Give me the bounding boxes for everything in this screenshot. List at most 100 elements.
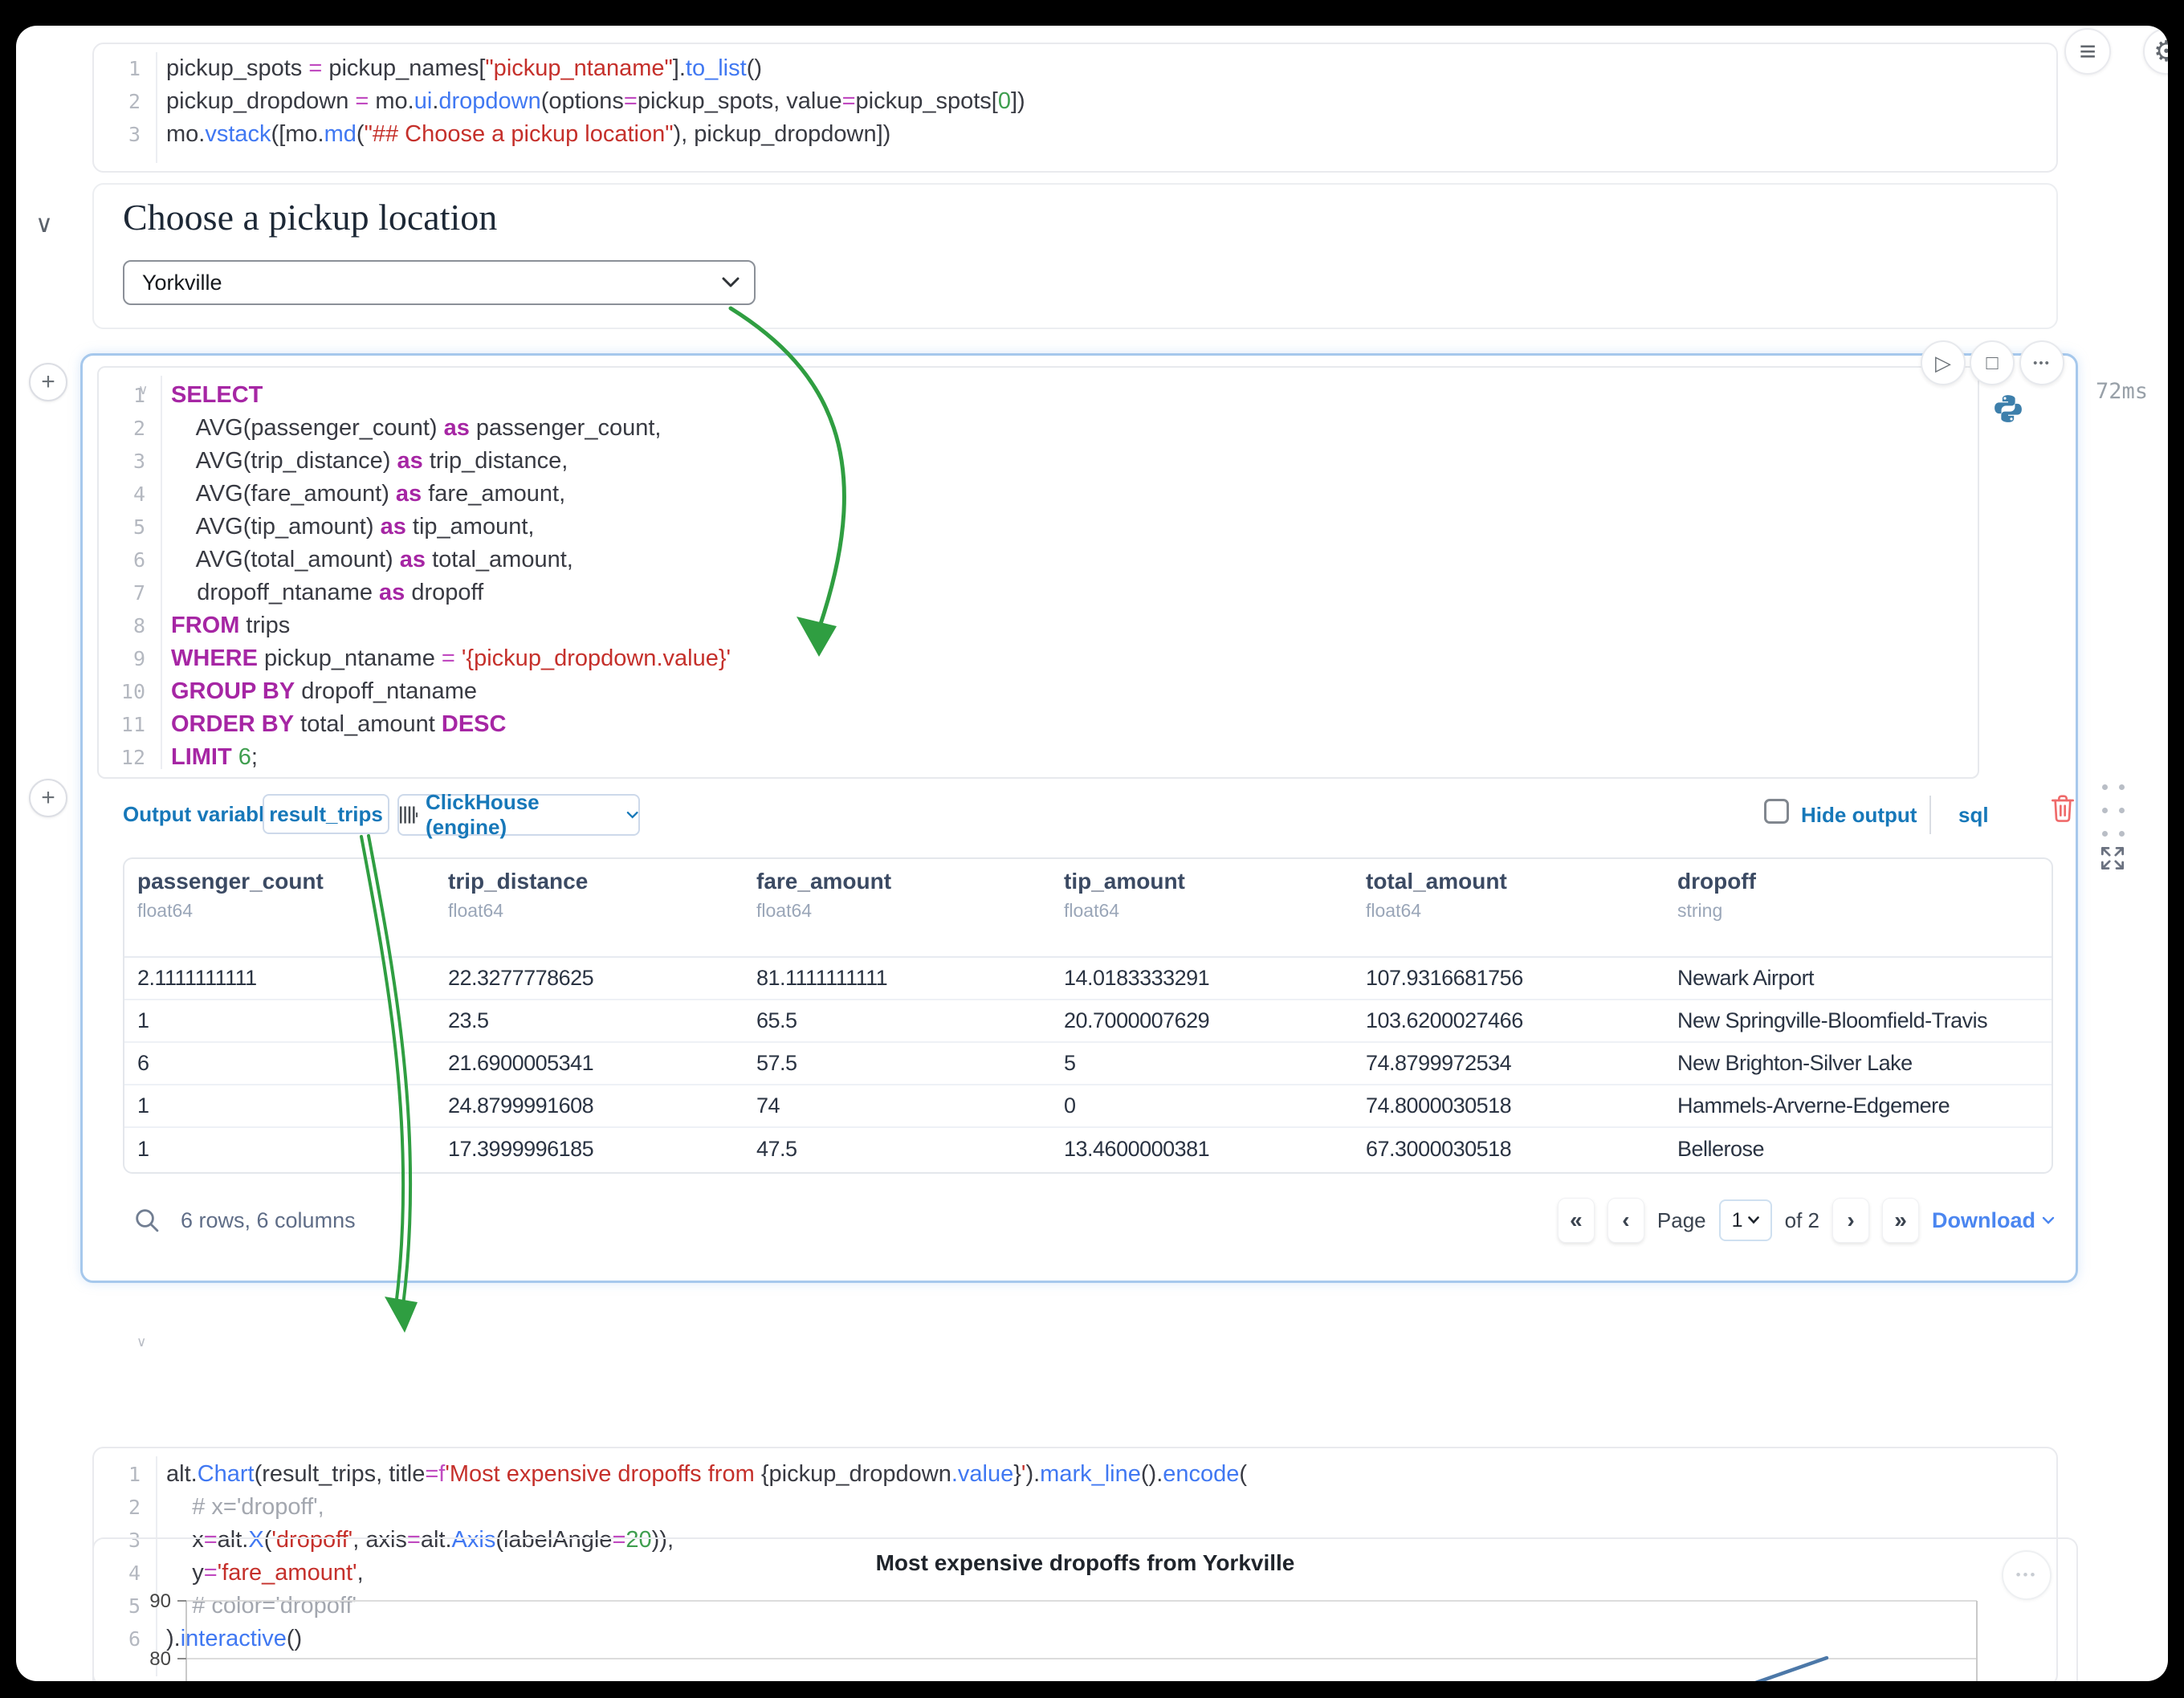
arrowhead [385,1297,418,1333]
table-cell: Hammels-Arverne-Edgemere [1664,1093,2052,1118]
table-cell: 57.5 [744,1051,1051,1076]
cell-runtime: 72ms [2096,379,2148,404]
table-cell: 74 [744,1093,1051,1118]
hide-output-checkbox[interactable] [1764,799,1789,824]
code-text: pickup_spots = pickup_names["pickup_ntan… [166,52,762,85]
fold-chevron-icon[interactable]: ∨ [136,1334,146,1350]
y-tick-80: 80 [149,1648,171,1670]
code-editor-python[interactable]: 1pickup_spots = pickup_names["pickup_nta… [94,52,2056,151]
hamburger-icon: ≡ [2079,37,2096,66]
line-chart[interactable]: 90 80 [94,1539,2078,1681]
line-number: 2 [99,412,145,445]
code-line: 1pickup_spots = pickup_names["pickup_nta… [94,52,2056,85]
first-page-button[interactable]: « [1558,1198,1595,1243]
run-cell-button[interactable]: ▷ [1921,340,1966,385]
table-cell: 24.8799991608 [435,1093,744,1118]
cell-more-options-button[interactable]: ••• [2019,340,2064,385]
expand-icon[interactable] [2097,843,2128,873]
line-number: 3 [99,445,145,478]
table-cell: 1 [124,1093,435,1118]
chevron-down-icon [2042,1216,2055,1225]
code-line: 4 AVG(fare_amount) as fare_amount, [99,478,1978,511]
table-cell: 47.5 [744,1137,1051,1162]
table-summary: 6 rows, 6 columns [181,1208,356,1233]
table-cell: 22.3277778625 [435,966,744,991]
language-badge-sql[interactable]: sql [1958,803,1989,828]
notebook-canvas: ≡ ⚙ 1pickup_spots = pickup_names["pickup… [16,26,2168,1681]
gutter-divider [161,376,162,769]
column-header-tip_amount[interactable]: tip_amountfloat64 [1051,869,1353,956]
column-header-fare_amount[interactable]: fare_amountfloat64 [744,869,1051,956]
drag-handle[interactable] [2102,784,2125,837]
code-line: 11 ORDER BY total_amount DESC [99,708,1978,741]
table-cell: 107.9316681756 [1353,966,1664,991]
table-row: 117.399999618547.513.460000038167.300003… [124,1128,2052,1171]
page-number-select[interactable]: 1 [1719,1199,1772,1241]
line-number: 10 [99,675,145,708]
line-number: 7 [99,576,145,609]
table-row: 123.565.520.7000007629103.6200027466New … [124,1000,2052,1043]
line-number: 3 [94,118,141,151]
code-text: AVG(fare_amount) as fare_amount, [171,478,565,511]
code-text: AVG(passenger_count) as passenger_count, [171,412,661,445]
column-header-passenger_count[interactable]: passenger_countfloat64 [124,869,435,956]
pickup-location-dropdown[interactable]: Yorkville [123,260,756,305]
last-page-button[interactable]: » [1882,1198,1919,1243]
cell-sql[interactable]: 1 SELECT 2 AVG(passenger_count) as passeng… [80,353,2078,1283]
chevron-down-icon [1748,1216,1759,1224]
code-line: 7 dropoff_ntaname as dropoff [99,576,1978,609]
table-cell: Bellerose [1664,1137,2052,1162]
fold-chevron-icon[interactable]: ∨ [138,382,148,398]
code-line: 1alt.Chart(result_trips, title=f'Most ex… [94,1458,2056,1491]
table-cell: 21.6900005341 [435,1051,744,1076]
line-number: 9 [99,642,145,675]
table-cell: 20.7000007629 [1051,1008,1353,1033]
ellipsis-icon: ••• [2033,356,2051,370]
delete-cell-button[interactable] [2050,794,2076,827]
collapse-chevron-icon[interactable]: ∨ [35,210,53,238]
code-text: AVG(tip_amount) as tip_amount, [171,511,534,544]
line-number: 8 [99,609,145,642]
table-cell: 14.0183333291 [1051,966,1353,991]
table-cell: New Brighton-Silver Lake [1664,1051,2052,1076]
table-cell: 2.1111111111 [124,966,435,991]
column-header-trip_distance[interactable]: trip_distancefloat64 [435,869,744,956]
menu-button[interactable]: ≡ [2064,28,2111,75]
table-cell: 23.5 [435,1008,744,1033]
code-line: 10 GROUP BY dropoff_ntaname [99,675,1978,708]
code-editor-sql[interactable]: 1SELECT2 AVG(passenger_count) as passeng… [97,366,1979,779]
code-line: 3 AVG(trip_distance) as trip_distance, [99,445,1978,478]
next-page-button[interactable]: › [1832,1198,1869,1243]
previous-page-button[interactable]: ‹ [1607,1198,1644,1243]
column-header-total_amount[interactable]: total_amountfloat64 [1353,869,1664,956]
line-number: 11 [99,708,145,741]
download-button[interactable]: Download [1932,1208,2055,1233]
code-text: SELECT [171,379,263,412]
code-text: ORDER BY total_amount DESC [171,708,506,741]
table-cell: New Springville-Bloomfield-Travis [1664,1008,2052,1033]
code-text: LIMIT 6; [171,741,258,774]
column-header-dropoff[interactable]: dropoffstring [1664,869,2052,956]
code-text: alt.Chart(result_trips, title=f'Most exp… [166,1458,1247,1491]
chart-output: Most expensive dropoffs from Yorkville •… [92,1537,2078,1681]
table-cell: 17.3999996185 [435,1137,744,1162]
search-icon[interactable] [134,1207,160,1233]
code-line: 8 FROM trips [99,609,1978,642]
add-cell-button[interactable]: + [29,363,67,401]
markdown-output: Choose a pickup location Yorkville [92,183,2058,329]
line-number: 2 [94,1491,141,1524]
code-text: GROUP BY dropoff_ntaname [171,675,477,708]
add-cell-button[interactable]: + [29,779,67,817]
stop-cell-button[interactable]: □ [1970,340,2015,385]
line-number: 12 [99,741,145,774]
code-line: 12 LIMIT 6; [99,741,1978,774]
settings-button[interactable]: ⚙ [2143,28,2168,75]
table-cell: 6 [124,1051,435,1076]
hide-output-label[interactable]: Hide output [1801,803,1917,828]
cell-python-setup[interactable]: 1pickup_spots = pickup_names["pickup_nta… [92,43,2058,173]
engine-selector[interactable]: ClickHouse (engine) [397,794,640,836]
divider [1929,796,1931,834]
output-variable-field[interactable]: result_trips [263,794,389,834]
line-number: 6 [99,544,145,576]
code-text: FROM trips [171,609,290,642]
